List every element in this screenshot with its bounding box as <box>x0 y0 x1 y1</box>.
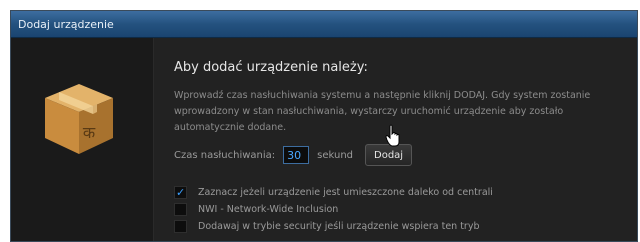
hand-pointer-icon <box>385 124 400 147</box>
security-mode-checkbox[interactable] <box>174 220 187 233</box>
nwi-checkbox[interactable] <box>174 203 187 216</box>
add-button-label: Dodaj <box>374 149 404 161</box>
svg-text:क: क <box>83 123 96 142</box>
page-heading: Aby dodać urządzenie należy: <box>174 60 368 75</box>
option-nwi[interactable]: NWI - Network-Wide Inclusion <box>174 203 338 216</box>
dialog-title: Dodaj urządzenie <box>18 17 114 31</box>
listening-time-label: Czas nasłuchiwania: <box>174 149 276 161</box>
option-security-mode[interactable]: Dodawaj w trybie security jeśli urządzen… <box>174 220 479 233</box>
time-unit-label: sekund <box>317 149 354 161</box>
far-from-controller-label: Zaznacz jeżeli urządzenie jest umieszczo… <box>198 187 493 198</box>
nwi-label: NWI - Network-Wide Inclusion <box>198 204 339 215</box>
dialog-body: क Aby dodać urządzenie należy: Wprowadź … <box>11 38 637 241</box>
security-mode-label: Dodawaj w trybie security jeśli urządzen… <box>198 221 480 232</box>
illustration-panel: क <box>11 38 154 241</box>
listening-time-input[interactable] <box>283 146 310 164</box>
far-from-controller-checkbox[interactable]: ✓ <box>174 186 187 199</box>
option-far-from-controller[interactable]: ✓ Zaznacz jeżeli urządzenie jest umieszc… <box>174 186 493 199</box>
listening-time-row: Czas nasłuchiwania: sekund Dodaj <box>174 144 413 166</box>
add-device-dialog: Dodaj urządzenie क Aby dodać urządzenie … <box>10 10 638 242</box>
dialog-titlebar: Dodaj urządzenie <box>11 11 637 38</box>
package-box-icon: क <box>45 84 113 154</box>
checkmark-icon: ✓ <box>176 186 186 199</box>
